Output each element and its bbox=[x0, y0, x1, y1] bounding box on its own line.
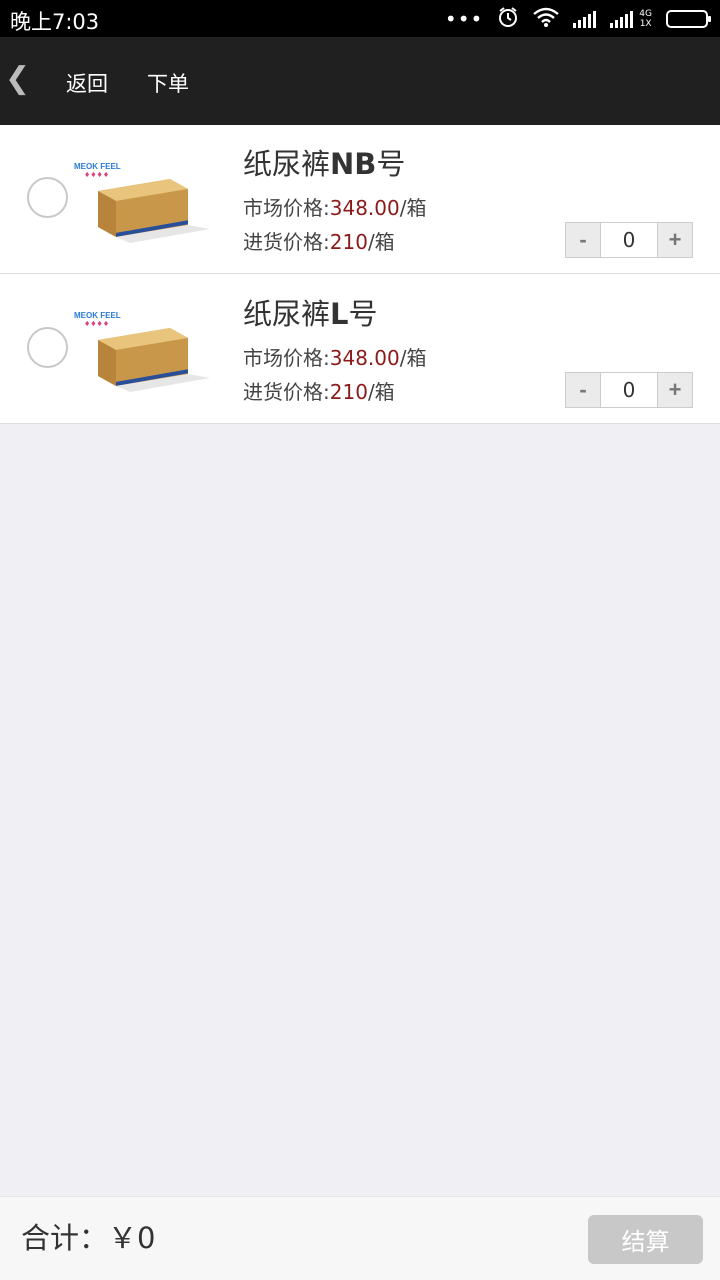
product-image: MEOK FEEL ♦♦♦♦ bbox=[74, 162, 210, 243]
purchase-price-unit: /箱 bbox=[367, 380, 395, 404]
footer-bar: 合计：￥0 结算 bbox=[0, 1196, 720, 1280]
decrement-button[interactable]: - bbox=[566, 223, 601, 257]
back-button[interactable]: 返回 bbox=[66, 68, 108, 98]
market-price-unit: /箱 bbox=[399, 196, 427, 220]
svg-text:MEOK FEEL: MEOK FEEL bbox=[74, 162, 121, 171]
product-name-size: L bbox=[330, 297, 349, 331]
page-title: 下单 bbox=[147, 72, 189, 96]
network-type-label: 4G bbox=[639, 9, 652, 19]
product-name-suffix: 号 bbox=[376, 147, 406, 181]
purchase-price: 进货价格:210/箱 bbox=[243, 226, 395, 255]
more-dots-icon: ••• bbox=[444, 7, 484, 31]
increment-button[interactable]: + bbox=[657, 223, 692, 257]
product-name-prefix: 纸尿裤 bbox=[243, 147, 331, 181]
select-radio[interactable] bbox=[27, 327, 68, 368]
market-price: 市场价格:348.00/箱 bbox=[243, 192, 426, 221]
purchase-price-value: 210 bbox=[329, 230, 368, 254]
decrement-button[interactable]: - bbox=[566, 373, 601, 407]
status-time: 晚上7:03 bbox=[10, 10, 100, 34]
wifi-icon bbox=[533, 7, 560, 31]
svg-text:♦♦♦♦: ♦♦♦♦ bbox=[84, 171, 109, 179]
product-list: MEOK FEEL ♦♦♦♦ 纸尿裤NB号 市场价格:348.00/箱 进货价格… bbox=[0, 125, 720, 424]
quantity-value[interactable]: 0 bbox=[601, 373, 657, 407]
list-item: MEOK FEEL ♦♦♦♦ 纸尿裤NB号 市场价格:348.00/箱 进货价格… bbox=[0, 125, 720, 274]
market-price-value: 348.00 bbox=[329, 196, 400, 220]
app-bar: ❮ 返回 下单 bbox=[0, 37, 720, 125]
purchase-price: 进货价格:210/箱 bbox=[243, 376, 395, 405]
purchase-price-value: 210 bbox=[329, 380, 368, 404]
market-price-label: 市场价格: bbox=[243, 346, 330, 370]
purchase-price-label: 进货价格: bbox=[243, 230, 330, 254]
svg-text:MEOK FEEL: MEOK FEEL bbox=[74, 311, 121, 320]
total-amount: 合计：￥0 bbox=[21, 1221, 156, 1255]
product-name: 纸尿裤NB号 bbox=[243, 141, 405, 183]
market-price-value: 348.00 bbox=[329, 346, 400, 370]
status-icons: ••• 4G 1X bbox=[444, 6, 711, 32]
product-name-prefix: 纸尿裤 bbox=[243, 297, 331, 331]
market-price-unit: /箱 bbox=[399, 346, 427, 370]
status-bar: 晚上7:03 ••• 4G 1X bbox=[0, 0, 720, 37]
purchase-price-label: 进货价格: bbox=[243, 380, 330, 404]
network-sub-label: 1X bbox=[639, 19, 652, 29]
battery-icon bbox=[666, 10, 711, 28]
svg-text:♦♦♦♦: ♦♦♦♦ bbox=[84, 320, 109, 328]
product-name: 纸尿裤L号 bbox=[243, 291, 378, 333]
list-item: MEOK FEEL ♦♦♦♦ 纸尿裤L号 市场价格:348.00/箱 进货价格:… bbox=[0, 274, 720, 424]
market-price-label: 市场价格: bbox=[243, 196, 330, 220]
product-name-suffix: 号 bbox=[348, 297, 378, 331]
purchase-price-unit: /箱 bbox=[367, 230, 395, 254]
signal-icon bbox=[573, 10, 597, 28]
select-radio[interactable] bbox=[27, 177, 68, 218]
quantity-stepper: - 0 + bbox=[565, 222, 693, 258]
chevron-left-icon[interactable]: ❮ bbox=[5, 62, 30, 96]
quantity-stepper: - 0 + bbox=[565, 372, 693, 408]
network-type: 4G 1X bbox=[639, 9, 652, 29]
checkout-button[interactable]: 结算 bbox=[588, 1215, 703, 1264]
increment-button[interactable]: + bbox=[657, 373, 692, 407]
product-image: MEOK FEEL ♦♦♦♦ bbox=[74, 311, 210, 392]
quantity-value[interactable]: 0 bbox=[601, 223, 657, 257]
signal-4g-icon bbox=[610, 10, 634, 28]
market-price: 市场价格:348.00/箱 bbox=[243, 342, 426, 371]
alarm-icon bbox=[497, 6, 519, 32]
product-name-size: NB bbox=[330, 147, 377, 181]
